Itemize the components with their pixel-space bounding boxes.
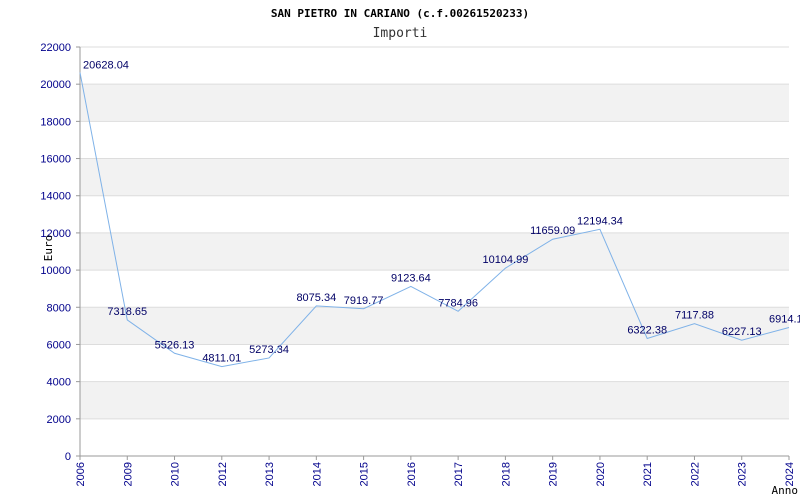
x-tick-label: 2006 [75, 462, 87, 486]
data-label: 5273.34 [249, 344, 289, 356]
x-tick-label: 2012 [217, 462, 229, 486]
data-label: 4811.01 [202, 353, 241, 365]
x-tick-label: 2022 [689, 462, 701, 486]
data-label: 10104.99 [482, 254, 528, 266]
data-label: 7318.65 [107, 306, 147, 318]
x-axis-ticks: 2006 2009 2010 2012 2013 2014 2015 2016 2017 2018… [75, 456, 796, 486]
y-tick-label: 6000 [47, 339, 71, 351]
y-tick-label: 14000 [40, 191, 71, 203]
y-tick-label: 22000 [40, 42, 71, 54]
data-label: 7919.77 [344, 295, 384, 307]
data-label: 20628.04 [83, 60, 129, 72]
chart-subtitle: Importi [373, 26, 428, 41]
y-tick-label: 10000 [40, 265, 71, 277]
chart-title: SAN PIETRO IN CARIANO (c.f.00261520233) [271, 7, 529, 20]
y-tick-label: 2000 [47, 414, 71, 426]
y-tick-label: 8000 [47, 302, 71, 314]
x-tick-label: 2010 [170, 462, 182, 486]
data-label: 7117.88 [675, 310, 714, 322]
data-label: 9123.64 [391, 272, 431, 284]
x-axis-label: Anno [772, 484, 799, 497]
x-tick-label: 2014 [311, 462, 323, 486]
data-label: 11659.09 [530, 225, 575, 237]
y-tick-label: 0 [65, 451, 71, 463]
data-label: 6914.1 [769, 313, 800, 325]
data-label: 12194.34 [577, 215, 623, 227]
line-chart: 0200040006000800010000120001400016000180… [40, 7, 800, 497]
grid-band [80, 232, 789, 271]
y-tick-label: 4000 [47, 377, 71, 389]
grid-bands [80, 84, 789, 419]
x-tick-label: 2016 [406, 462, 418, 486]
grid-band [80, 158, 789, 196]
x-tick-label: 2013 [264, 462, 276, 486]
y-axis-label: Euro [42, 235, 55, 262]
grid-band [80, 381, 789, 419]
x-tick-label: 2017 [453, 462, 465, 486]
x-tick-label: 2018 [500, 462, 512, 486]
x-tick-label: 2009 [122, 462, 134, 486]
y-tick-label: 18000 [40, 116, 71, 128]
data-label: 8075.34 [296, 292, 336, 304]
data-label: 7784.96 [438, 297, 478, 309]
x-tick-label: 2015 [359, 462, 371, 486]
x-tick-label: 2021 [642, 462, 654, 486]
data-label: 5526.13 [155, 339, 195, 351]
x-tick-label: 2019 [548, 462, 560, 486]
x-tick-label: 2023 [737, 462, 749, 486]
x-tick-label: 2024 [784, 462, 796, 486]
x-tick-label: 2020 [595, 462, 607, 486]
y-tick-label: 16000 [40, 154, 71, 166]
data-label: 6322.38 [627, 324, 667, 336]
grid-band [80, 84, 789, 122]
data-label: 6227.13 [722, 326, 762, 338]
y-tick-label: 20000 [40, 79, 71, 91]
